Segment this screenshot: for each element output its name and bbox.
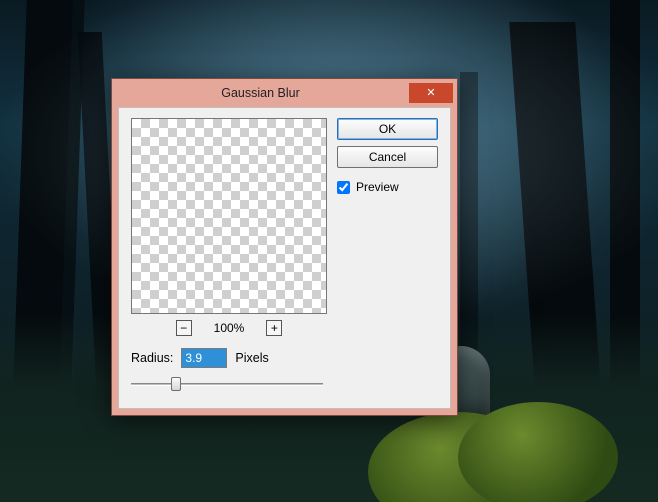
cancel-button[interactable]: Cancel	[337, 146, 438, 168]
preview-area[interactable]	[131, 118, 327, 314]
close-icon: ✕	[426, 88, 435, 99]
titlebar[interactable]: Gaussian Blur ✕	[112, 79, 457, 107]
zoom-out-button[interactable]: −	[176, 320, 192, 336]
zoom-in-button[interactable]: +	[266, 320, 282, 336]
slider-thumb[interactable]	[171, 377, 181, 391]
zoom-value: 100%	[214, 321, 245, 335]
radius-label: Radius:	[131, 351, 173, 365]
dialog-body: − 100% + OK Cancel Preview Radius:	[118, 107, 451, 409]
plus-icon: +	[271, 322, 278, 334]
minus-icon: −	[180, 322, 187, 334]
ok-button[interactable]: OK	[337, 118, 438, 140]
radius-unit: Pixels	[235, 351, 268, 365]
radius-input[interactable]	[181, 348, 227, 368]
bush	[458, 402, 618, 502]
zoom-controls: − 100% +	[131, 320, 327, 336]
radius-slider[interactable]	[131, 376, 323, 392]
canvas-background: Gaussian Blur ✕ − 100% + OK Cancel	[0, 0, 658, 502]
slider-track	[131, 383, 323, 386]
gaussian-blur-dialog: Gaussian Blur ✕ − 100% + OK Cancel	[111, 78, 458, 416]
dialog-title: Gaussian Blur	[112, 86, 409, 100]
preview-checkbox[interactable]	[337, 181, 350, 194]
preview-checkbox-row[interactable]: Preview	[337, 180, 438, 194]
radius-row: Radius: Pixels	[131, 348, 438, 368]
preview-checkbox-label: Preview	[356, 180, 399, 194]
close-button[interactable]: ✕	[409, 83, 453, 103]
